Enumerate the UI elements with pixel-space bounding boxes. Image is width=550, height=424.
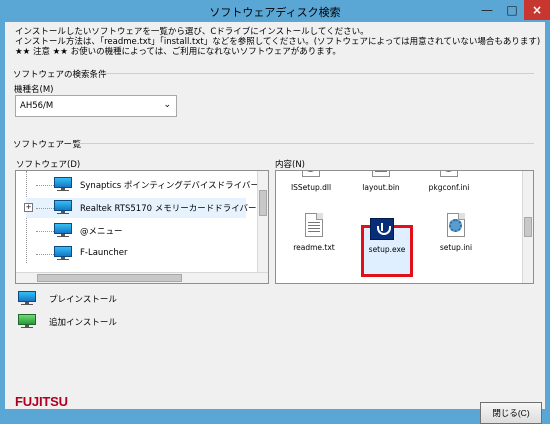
model-select-value: AH56/M (20, 101, 54, 111)
close-dialog-button[interactable]: 閉じる(C) (480, 402, 542, 424)
preinstall-monitor-icon (54, 200, 72, 214)
software-item-label: F-Launcher (80, 248, 128, 258)
file-label: layout.bin (362, 183, 400, 192)
setup-exe-icon (370, 218, 394, 240)
software-list-heading: ソフトウェア一覧 (13, 140, 82, 150)
contents-label: 内容(N) (275, 160, 305, 170)
software-item-realtek[interactable]: + Realtek RTS5170 メモリーカードドライバー (24, 198, 257, 218)
software-list-divider (71, 143, 534, 144)
software-item-label: Realtek RTS5170 メモリーカードドライバー (80, 204, 257, 214)
file-label: pkgconf.ini (428, 183, 470, 192)
contents-vertical-scrollbar[interactable] (522, 171, 533, 283)
settings-file-icon (447, 213, 465, 237)
expand-icon[interactable]: + (24, 203, 33, 212)
preinstall-monitor-icon (54, 223, 72, 237)
software-item-menu[interactable]: @メニュー (26, 221, 246, 241)
search-conditions-divider (97, 73, 534, 74)
file-issetup-dll[interactable]: ISSetup.dll (281, 171, 341, 201)
maximize-button[interactable]: □ (500, 0, 524, 20)
fujitsu-logo: FUJITSU (15, 394, 68, 409)
text-file-icon (305, 213, 323, 237)
window-close-button[interactable]: × (524, 0, 550, 20)
file-label: ISSetup.dll (290, 183, 332, 192)
file-pkgconf-ini[interactable]: pkgconf.ini (419, 171, 479, 201)
software-horizontal-thumb[interactable] (37, 274, 182, 282)
tree-connector (36, 208, 56, 209)
dialog-client-area: インストールしたいソフトウェアを一覧から選び、Cドライブにインストールしてくださ… (5, 22, 545, 424)
preinstall-legend-icon (18, 291, 36, 305)
model-select[interactable]: AH56/M ⌄ (15, 95, 177, 117)
software-scroll-thumb[interactable] (259, 190, 267, 216)
additional-install-legend-icon (18, 314, 36, 328)
file-setup-ini[interactable]: setup.ini (426, 213, 486, 261)
document-file-icon (372, 171, 390, 177)
file-layout-bin[interactable]: layout.bin (351, 171, 411, 201)
chevron-down-icon: ⌄ (163, 100, 171, 110)
software-item-f-launcher[interactable]: F-Launcher (26, 244, 246, 264)
preinstall-legend-label: プレインストール (49, 295, 117, 305)
file-readme-txt[interactable]: readme.txt (284, 213, 344, 261)
software-list-label: ソフトウェア(D) (16, 160, 81, 170)
preinstall-monitor-icon (54, 246, 72, 260)
tree-connector (36, 254, 56, 255)
file-label: readme.txt (293, 243, 335, 252)
tree-connector (36, 231, 56, 232)
software-item-label: Synaptics ポインティングデバイスドライバー (80, 181, 259, 191)
file-label: setup.ini (439, 243, 473, 252)
instruction-line-2: インストール方法は、「readme.txt」「install.txt」などを参照… (15, 37, 541, 47)
software-item-synaptics[interactable]: Synaptics ポインティングデバイスドライバー (26, 175, 259, 195)
instruction-line-3: ★★ 注意 ★★ お使いの機種によっては、ご利用になれないソフトウェアがあります… (15, 47, 341, 57)
software-tree-view[interactable]: Synaptics ポインティングデバイスドライバー + Realtek RTS… (15, 170, 269, 284)
instruction-text: インストールしたいソフトウェアを一覧から選び、Cドライブにインストールしてくださ… (15, 27, 540, 57)
tree-connector (36, 185, 56, 186)
model-label: 機種名(M) (14, 85, 54, 95)
window-title: ソフトウェアディスク検索 (209, 6, 341, 19)
instruction-line-1: インストールしたいソフトウェアを一覧から選び、Cドライブにインストールしてくださ… (15, 27, 369, 37)
software-horizontal-scrollbar[interactable] (16, 272, 268, 283)
software-vertical-scrollbar[interactable] (257, 171, 268, 283)
file-label: setup.exe (368, 245, 406, 254)
additional-install-legend-label: 追加インストール (49, 318, 117, 328)
settings-file-icon (440, 171, 458, 177)
minimize-button[interactable]: — (474, 0, 500, 20)
preinstall-monitor-icon (54, 177, 72, 191)
dll-file-icon (302, 171, 320, 177)
search-conditions-heading: ソフトウェアの検索条件 (13, 70, 107, 80)
file-setup-exe[interactable]: setup.exe (357, 213, 417, 261)
contents-scroll-thumb[interactable] (524, 217, 532, 237)
software-item-label: @メニュー (80, 227, 123, 237)
window-titlebar: ソフトウェアディスク検索 — □ × (0, 0, 550, 22)
